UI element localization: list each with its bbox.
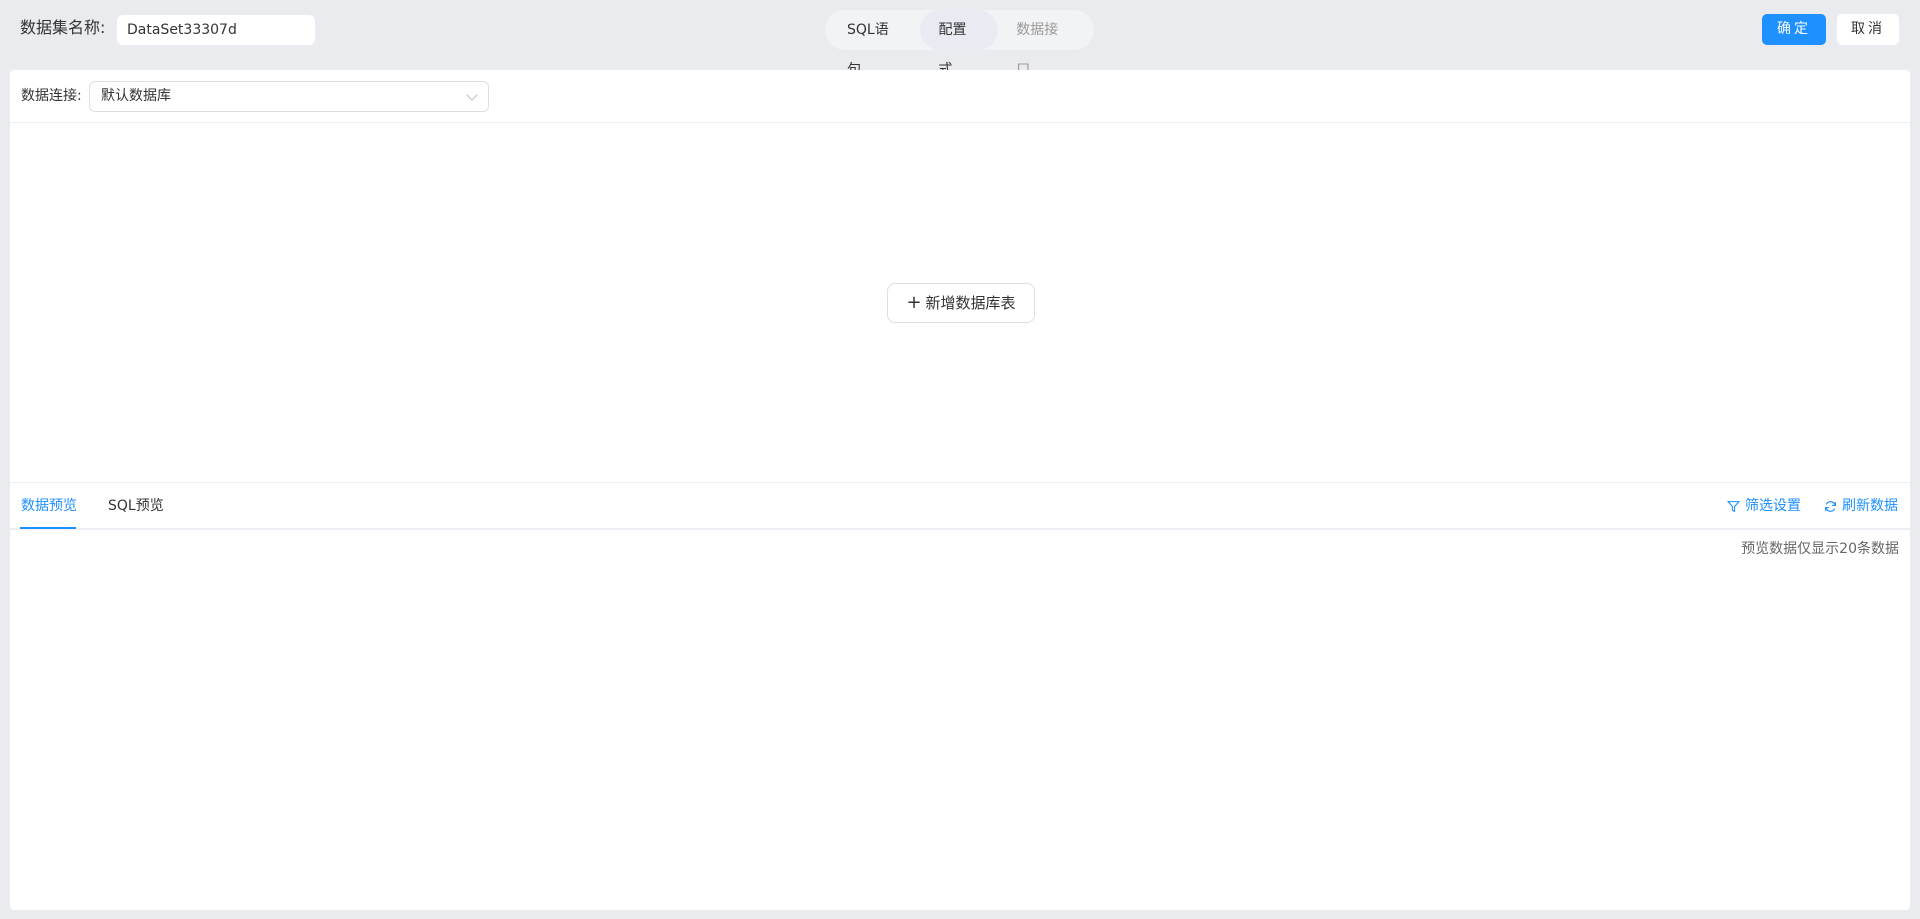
filter-settings-label: 筛选设置 xyxy=(1745,498,1801,514)
plus-icon: + xyxy=(906,292,922,313)
divider xyxy=(10,482,1910,483)
chevron-down-icon xyxy=(466,89,478,101)
confirm-button[interactable]: 确定 xyxy=(1762,14,1826,45)
refresh-data-link[interactable]: 刷新数据 xyxy=(1824,496,1898,516)
tab-sql-preview[interactable]: SQL预览 xyxy=(108,496,164,516)
mode-sql[interactable]: SQL语句 xyxy=(829,10,920,78)
tabs-divider xyxy=(10,528,1910,530)
connection-select[interactable]: 默认数据库 xyxy=(89,81,489,112)
mode-config[interactable]: 配置式 xyxy=(920,10,999,78)
divider xyxy=(10,122,1910,123)
tab-data-preview[interactable]: 数据预览 xyxy=(21,496,77,516)
preview-limit-note: 预览数据仅显示20条数据 xyxy=(1741,541,1899,557)
dataset-name-input[interactable] xyxy=(117,15,315,45)
add-table-label: 新增数据库表 xyxy=(925,294,1016,312)
dataset-name-label: 数据集名称: xyxy=(20,18,106,37)
filter-settings-link[interactable]: 筛选设置 xyxy=(1727,496,1801,516)
connection-label: 数据连接: xyxy=(21,88,82,104)
connection-selected-value: 默认数据库 xyxy=(101,88,171,104)
filter-icon xyxy=(1727,500,1740,512)
active-tab-indicator xyxy=(20,527,76,529)
dataset-editor-card: 数据连接: 默认数据库 + 新增数据库表 数据预览 SQL预览 筛选设置 刷新数据… xyxy=(10,70,1910,910)
refresh-data-label: 刷新数据 xyxy=(1842,498,1898,514)
add-table-button[interactable]: + 新增数据库表 xyxy=(887,283,1035,323)
refresh-icon xyxy=(1825,500,1836,512)
cancel-button[interactable]: 取消 xyxy=(1837,14,1899,45)
mode-switch: SQL语句 配置式 数据接口 xyxy=(825,10,1094,78)
mode-api[interactable]: 数据接口 xyxy=(998,10,1090,78)
